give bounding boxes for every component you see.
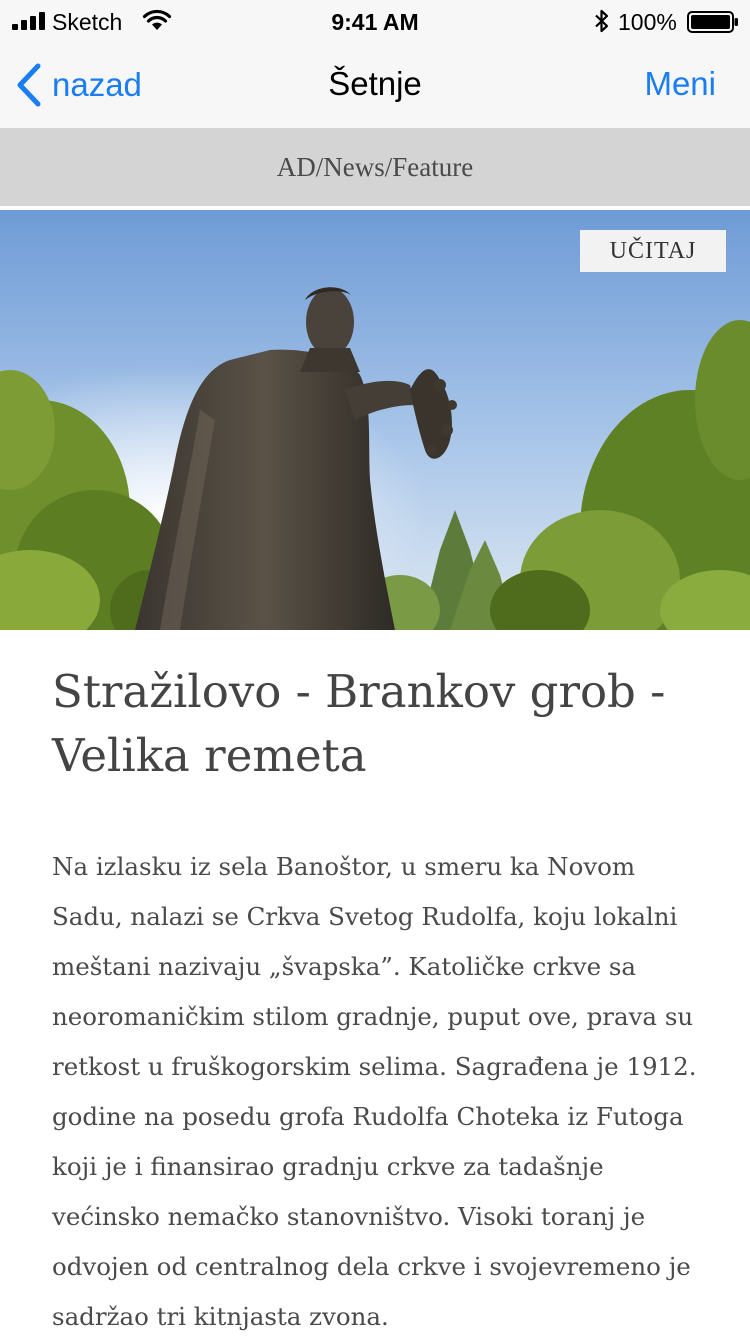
menu-button[interactable]: Meni xyxy=(644,64,716,104)
back-button[interactable]: nazad xyxy=(16,62,142,108)
article-body: Na izlasku iz sela Banoštor, u smeru ka … xyxy=(52,852,697,1331)
article-title: Stražilovo - Brankov grob - Velika remet… xyxy=(52,665,666,782)
navigation-bar: nazad Šetnje Meni xyxy=(0,40,750,128)
ad-banner-label: AD/News/Feature xyxy=(276,151,474,182)
chevron-left-icon xyxy=(17,63,41,107)
back-button-label: nazad xyxy=(52,66,142,103)
load-button[interactable]: UČITAJ xyxy=(580,230,726,272)
hero-image-container: UČITAJ xyxy=(0,210,750,630)
battery-percentage: 100% xyxy=(618,9,677,35)
battery-icon xyxy=(687,11,738,33)
ad-banner[interactable]: AD/News/Feature xyxy=(0,128,750,208)
hero-photo xyxy=(0,210,750,630)
status-bar: Sketch 9:41 AM 100% xyxy=(0,0,750,40)
bluetooth-icon xyxy=(595,9,609,33)
